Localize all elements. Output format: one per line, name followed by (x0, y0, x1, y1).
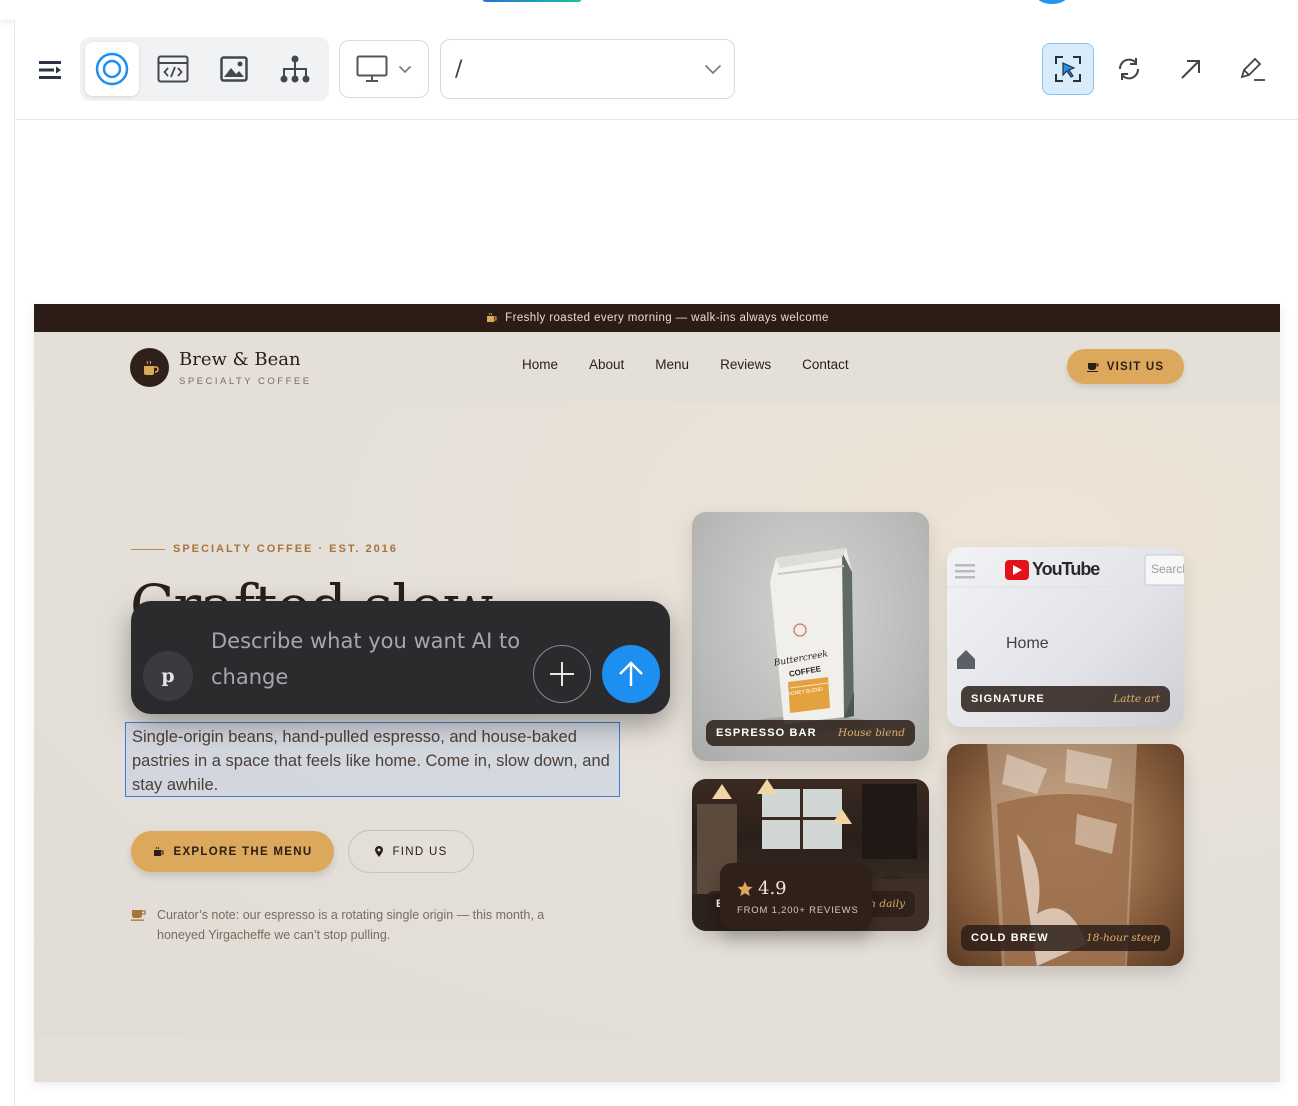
card-subtitle: 18-hour steep (1086, 932, 1160, 944)
star-icon (737, 881, 753, 896)
find-us-button[interactable]: FIND US (348, 830, 474, 873)
route-select[interactable]: / (440, 39, 735, 99)
preview-mode-button[interactable] (85, 42, 139, 96)
site-nav: Brew & Bean SPECIALTY COFFEE Home About … (34, 332, 1280, 402)
ai-send-button[interactable] (602, 645, 660, 703)
eyebrow-text: SPECIALTY COFFEE · EST. 2016 (173, 543, 398, 555)
hero-eyebrow: SPECIALTY COFFEE · EST. 2016 (131, 543, 398, 555)
card-title: ESPRESSO BAR (716, 727, 817, 739)
top-user-dot (1036, 0, 1068, 4)
top-window-strip (0, 0, 1298, 20)
plus-icon (550, 662, 574, 686)
brand-tagline: SPECIALTY COFFEE (179, 376, 312, 387)
visit-us-button[interactable]: VISIT US (1067, 349, 1184, 384)
refresh-button[interactable] (1103, 43, 1155, 95)
device-select[interactable] (339, 40, 429, 98)
youtube-search-text: Search (1151, 562, 1184, 576)
card-title: SIGNATURE (971, 693, 1045, 705)
eyebrow-rule (131, 548, 165, 550)
image-mode-button[interactable] (207, 42, 261, 96)
nav-links: Home About Menu Reviews Contact (522, 357, 880, 372)
route-value: / (455, 56, 463, 82)
menu-collapse-icon (39, 61, 61, 79)
pencil-edit-icon (1240, 57, 1265, 81)
curator-note: Curator’s note: our espresso is a rotati… (131, 905, 551, 945)
editor-toolbar: / (15, 20, 1298, 120)
nav-link-contact[interactable]: Contact (802, 357, 849, 372)
ai-prompt-input[interactable]: Describe what you want AI to change (211, 623, 531, 695)
card-tag-cold-brew: COLD BREW 18-hour steep (961, 925, 1170, 951)
nav-link-menu[interactable]: Menu (655, 357, 689, 372)
brand-name[interactable]: Brew & Bean (179, 349, 301, 370)
sitemap-icon (280, 55, 310, 83)
coffee-pot-icon (154, 846, 164, 856)
card-signature[interactable]: YouTube Search Home SIGNATURE Latte art (947, 547, 1184, 727)
ai-prompt-box: p Describe what you want AI to change (131, 601, 670, 714)
ai-attach-button[interactable] (533, 645, 591, 703)
refresh-icon (1118, 58, 1140, 80)
nav-link-about[interactable]: About (589, 357, 624, 372)
card-cold-brew[interactable]: COLD BREW 18-hour steep (947, 744, 1184, 966)
card-espresso-bar[interactable]: Buttercreek COFFEE HONEY BLEND ESPRESSO … (692, 512, 929, 761)
arrow-up-icon (619, 661, 643, 686)
card-subtitle: h daily (869, 898, 905, 910)
card-subtitle: House blend (838, 727, 905, 739)
curator-note-text: Curator’s note: our espresso is a rotati… (157, 908, 545, 942)
open-external-icon (1181, 60, 1200, 79)
chevron-down-icon (704, 64, 722, 75)
brand-logo[interactable] (130, 348, 169, 387)
user-avatar[interactable]: p (143, 651, 193, 701)
visit-us-label: VISIT US (1106, 360, 1165, 373)
youtube-logo-text: YouTube (1032, 559, 1100, 579)
card-title: COLD BREW (971, 932, 1049, 944)
card-tag-espresso: ESPRESSO BAR House blend (706, 720, 915, 746)
edit-button[interactable] (1226, 43, 1278, 95)
sitemap-mode-button[interactable] (268, 42, 322, 96)
eye-preview-icon (95, 52, 129, 86)
nav-link-home[interactable]: Home (522, 357, 558, 372)
code-window-icon (157, 55, 189, 83)
coffee-cup-icon (143, 360, 159, 375)
hero-bottom-band (34, 1035, 1280, 1082)
announcement-text: Freshly roasted every morning — walk-ins… (505, 312, 829, 324)
announcement-bar: Freshly roasted every morning — walk-ins… (34, 304, 1280, 332)
find-us-label: FIND US (392, 845, 448, 858)
open-external-button[interactable] (1165, 43, 1217, 95)
rating-badge: 4.9 FROM 1,200+ REVIEWS (720, 863, 872, 930)
youtube-home-text: Home (1006, 635, 1049, 652)
view-mode-group (80, 37, 329, 101)
hero-subtitle-selected[interactable]: Single-origin beans, hand-pulled espress… (125, 722, 620, 797)
explore-menu-label: EXPLORE THE MENU (173, 845, 313, 858)
menu-collapse-button[interactable] (37, 56, 65, 84)
left-divider (14, 20, 15, 1106)
select-element-icon (1055, 56, 1081, 82)
monitor-icon (356, 55, 388, 82)
code-mode-button[interactable] (146, 42, 200, 96)
coffee-cup-icon (1086, 363, 1099, 372)
coffee-cup-icon (131, 910, 146, 921)
card-subtitle: Latte art (1113, 693, 1160, 705)
image-icon (220, 56, 248, 82)
rating-score: 4.9 (758, 878, 787, 899)
top-gradient-tab (482, 0, 582, 2)
select-element-button[interactable] (1042, 43, 1094, 95)
coffee-pot-icon (487, 312, 497, 322)
rating-label: FROM 1,200+ REVIEWS (737, 905, 859, 916)
chevron-down-icon (398, 65, 412, 74)
map-pin-icon (375, 845, 384, 857)
card-tag-signature: SIGNATURE Latte art (961, 686, 1170, 712)
explore-menu-button[interactable]: EXPLORE THE MENU (131, 831, 334, 872)
nav-link-reviews[interactable]: Reviews (720, 357, 771, 372)
